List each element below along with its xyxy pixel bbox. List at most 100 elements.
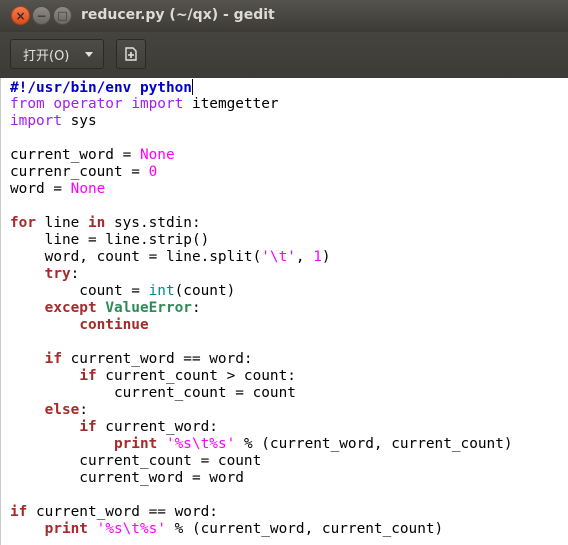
code-token: current_count = count — [10, 385, 296, 401]
keyword-token: else — [44, 402, 80, 418]
keyword-token: if — [44, 351, 62, 367]
builtin-token: int — [148, 283, 175, 299]
code-token: currenr_count = — [10, 164, 149, 180]
code-token: sys.stdin: — [105, 215, 201, 231]
code-token: % (current_word, current_count) — [235, 436, 513, 452]
keyword-token: if — [79, 419, 97, 435]
code-token: current_word = word — [10, 470, 244, 486]
code-line[interactable]: try: — [10, 266, 513, 283]
code-token: sys — [61, 113, 97, 129]
string-token: '\t' — [261, 249, 296, 265]
code-line[interactable]: currenr_count = 0 — [10, 164, 513, 181]
code-line[interactable]: except ValueError: — [10, 300, 513, 317]
keyword-token: print — [113, 436, 158, 452]
constant-token: None — [139, 147, 175, 163]
import-token: import — [10, 113, 62, 129]
open-button[interactable]: 打开(O) — [10, 39, 104, 69]
window-title: reducer.py (~/qx) - gedit — [81, 7, 275, 23]
keyword-token: for — [10, 215, 36, 231]
code-token: current_word: — [96, 419, 218, 435]
code-line[interactable]: current_word = word — [10, 470, 513, 487]
code-line[interactable]: if current_word == word: — [10, 351, 513, 368]
code-token: , — [295, 249, 314, 265]
code-token: current_word = — [10, 147, 140, 163]
keyword-token: in — [87, 215, 106, 231]
code-line[interactable] — [10, 487, 513, 504]
code-token: count = — [10, 283, 149, 299]
keyword-token: except — [44, 300, 97, 316]
keyword-token: if — [10, 504, 28, 520]
text-editor[interactable]: #!/usr/bin/env python from operator impor… — [0, 78, 568, 545]
code-line[interactable]: print '%s\t%s' % (current_word, current_… — [10, 521, 513, 538]
toolbar: 打开(O) — [0, 32, 568, 79]
code-token: current_word == word: — [61, 351, 253, 367]
code-line[interactable]: if current_word == word: — [10, 504, 513, 521]
code-line[interactable] — [10, 198, 513, 215]
import-token: import — [131, 96, 184, 112]
code-line[interactable] — [10, 334, 513, 351]
constant-token: 0 — [148, 164, 158, 180]
code-token: word = — [10, 181, 71, 197]
close-button[interactable]: × — [11, 6, 30, 25]
shebang-token: #!/usr/bin/env python — [10, 80, 192, 96]
code-line[interactable]: current_count = count — [10, 385, 513, 402]
code-token: (count) — [174, 283, 236, 299]
keyword-token: if — [79, 368, 97, 384]
string-token: '%s\t%s' — [165, 436, 236, 452]
new-document-button[interactable] — [116, 39, 146, 69]
code-line[interactable]: else: — [10, 402, 513, 419]
code-token: : — [191, 300, 201, 316]
maximize-button[interactable]: □ — [53, 6, 72, 25]
title-bar[interactable]: × − □ reducer.py (~/qx) - gedit — [0, 0, 568, 32]
code-token: current_count = count — [10, 453, 262, 469]
code-token: word, count = line.split( — [10, 249, 262, 265]
code-line[interactable]: current_count = count — [10, 453, 513, 470]
constant-token: None — [70, 181, 106, 197]
code-token: current_word == word: — [27, 504, 218, 520]
code-line[interactable]: print '%s\t%s' % (current_word, current_… — [10, 436, 513, 453]
constant-token: 1 — [313, 249, 322, 265]
code-token: : — [70, 266, 80, 282]
code-token: : — [79, 402, 88, 418]
code-line[interactable]: word, count = line.split('\t', 1) — [10, 249, 513, 266]
exception-token: ValueError — [105, 300, 192, 316]
code-line[interactable]: word = None — [10, 181, 513, 198]
code-line[interactable]: #!/usr/bin/env python — [10, 79, 513, 96]
string-token: '%s\t%s' — [96, 521, 166, 537]
code-line[interactable]: count = int(count) — [10, 283, 513, 300]
open-button-label: 打开(O) — [23, 48, 70, 64]
code-token: ) — [321, 249, 331, 265]
keyword-token: try — [44, 266, 71, 282]
code-line[interactable]: if current_word: — [10, 419, 513, 436]
minimize-button[interactable]: − — [32, 6, 51, 25]
code-token: line = line.strip() — [10, 232, 210, 248]
new-document-icon — [125, 47, 137, 61]
minimize-icon: − — [36, 8, 47, 23]
code-line[interactable]: for line in sys.stdin: — [10, 215, 513, 232]
code-token: line — [36, 215, 88, 231]
text-cursor — [191, 79, 193, 95]
gedit-window: × − □ reducer.py (~/qx) - gedit 打开(O) #!… — [0, 0, 568, 545]
code-line[interactable]: import sys — [10, 113, 513, 130]
code-line[interactable]: if current_count > count: — [10, 368, 513, 385]
maximize-icon: □ — [57, 9, 68, 22]
code-line[interactable] — [10, 130, 513, 147]
code-line[interactable]: from operator import itemgetter — [10, 96, 513, 113]
code-view[interactable]: #!/usr/bin/env python from operator impor… — [10, 79, 513, 538]
import-token: operator — [53, 96, 123, 112]
keyword-token: continue — [79, 317, 149, 333]
code-line[interactable]: current_word = None — [10, 147, 513, 164]
code-line[interactable]: continue — [10, 317, 513, 334]
code-line[interactable]: line = line.strip() — [10, 232, 513, 249]
